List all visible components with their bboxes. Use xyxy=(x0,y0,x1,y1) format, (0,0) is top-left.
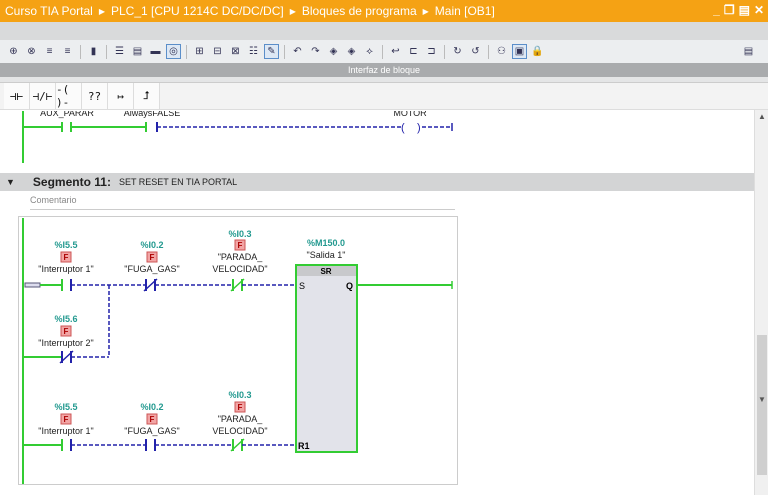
previous-network: AUX_PARAR AlwaysFALSE MOTOR ( ) xyxy=(22,108,453,163)
f-badge-icon: F xyxy=(60,325,72,337)
operand-tag[interactable]: VELOCIDAD" xyxy=(212,264,267,274)
f-badge-label: F xyxy=(64,327,69,336)
operand-tag[interactable]: VELOCIDAD" xyxy=(212,426,267,436)
contact-no-icon xyxy=(145,439,156,451)
operand-address[interactable]: %I5.5 xyxy=(54,402,77,412)
svg-text:): ) xyxy=(417,122,421,134)
f-badge-label: F xyxy=(150,415,155,424)
rail-connector-icon xyxy=(24,282,41,288)
scroll-down-icon[interactable]: ▼ xyxy=(755,395,768,404)
ladder-diagram: AUX_PARAR AlwaysFALSE MOTOR ( ) SR S Q R… xyxy=(22,108,453,484)
prev-label: AUX_PARAR xyxy=(40,108,94,118)
f-badge-icon: F xyxy=(60,413,72,425)
operand-address[interactable]: %I0.3 xyxy=(228,229,251,239)
contact-no-icon xyxy=(61,439,72,451)
coil-icon: ( xyxy=(401,122,405,134)
segment-11-network: SR S Q R1 %M150.0 "Salida 1" %I5.5 "Inte… xyxy=(22,218,453,484)
operand-tag[interactable]: "FUGA_GAS" xyxy=(124,264,179,274)
scroll-up-icon[interactable]: ▲ xyxy=(755,112,768,121)
block-address[interactable]: %M150.0 xyxy=(307,238,345,248)
f-badge-icon: F xyxy=(146,413,158,425)
block-tag[interactable]: "Salida 1" xyxy=(307,250,346,260)
operand-address[interactable]: %I0.2 xyxy=(140,402,163,412)
f-badge-label: F xyxy=(238,403,243,412)
output-pin: Q xyxy=(346,281,353,291)
close-button[interactable]: ✕ xyxy=(754,3,764,17)
operand-address[interactable]: %I5.6 xyxy=(54,314,77,324)
f-badge-label: F xyxy=(64,253,69,262)
f-badge-label: F xyxy=(64,415,69,424)
set-pin: S xyxy=(299,281,305,291)
operand-address[interactable]: %I0.3 xyxy=(228,390,251,400)
operand-tag[interactable]: "Interruptor 1" xyxy=(38,264,93,274)
scrollbar-thumb[interactable] xyxy=(757,335,767,475)
prev-label: MOTOR xyxy=(393,108,427,118)
operand-tag[interactable]: "Interruptor 1" xyxy=(38,426,93,436)
block-type: SR xyxy=(320,267,331,276)
f-badge-icon: F xyxy=(234,239,246,251)
f-badge-label: F xyxy=(238,241,243,250)
f-badge-icon: F xyxy=(146,251,158,263)
f-badge-icon: F xyxy=(60,251,72,263)
operand-tag[interactable]: "PARADA_ xyxy=(218,252,264,262)
contact-no-icon xyxy=(61,279,72,291)
f-badge-label: F xyxy=(150,253,155,262)
prev-label: AlwaysFALSE xyxy=(124,108,181,118)
operand-tag[interactable]: "FUGA_GAS" xyxy=(124,426,179,436)
reset-pin: R1 xyxy=(298,441,310,451)
operand-tag[interactable]: "Interruptor 2" xyxy=(38,338,93,348)
vertical-scrollbar[interactable]: ▲ ▼ xyxy=(754,110,768,495)
f-badge-icon: F xyxy=(234,401,246,413)
operand-address[interactable]: %I5.5 xyxy=(54,240,77,250)
operand-tag[interactable]: "PARADA_ xyxy=(218,414,264,424)
sr-block[interactable]: SR S Q R1 xyxy=(295,264,358,453)
operand-address[interactable]: %I0.2 xyxy=(140,240,163,250)
